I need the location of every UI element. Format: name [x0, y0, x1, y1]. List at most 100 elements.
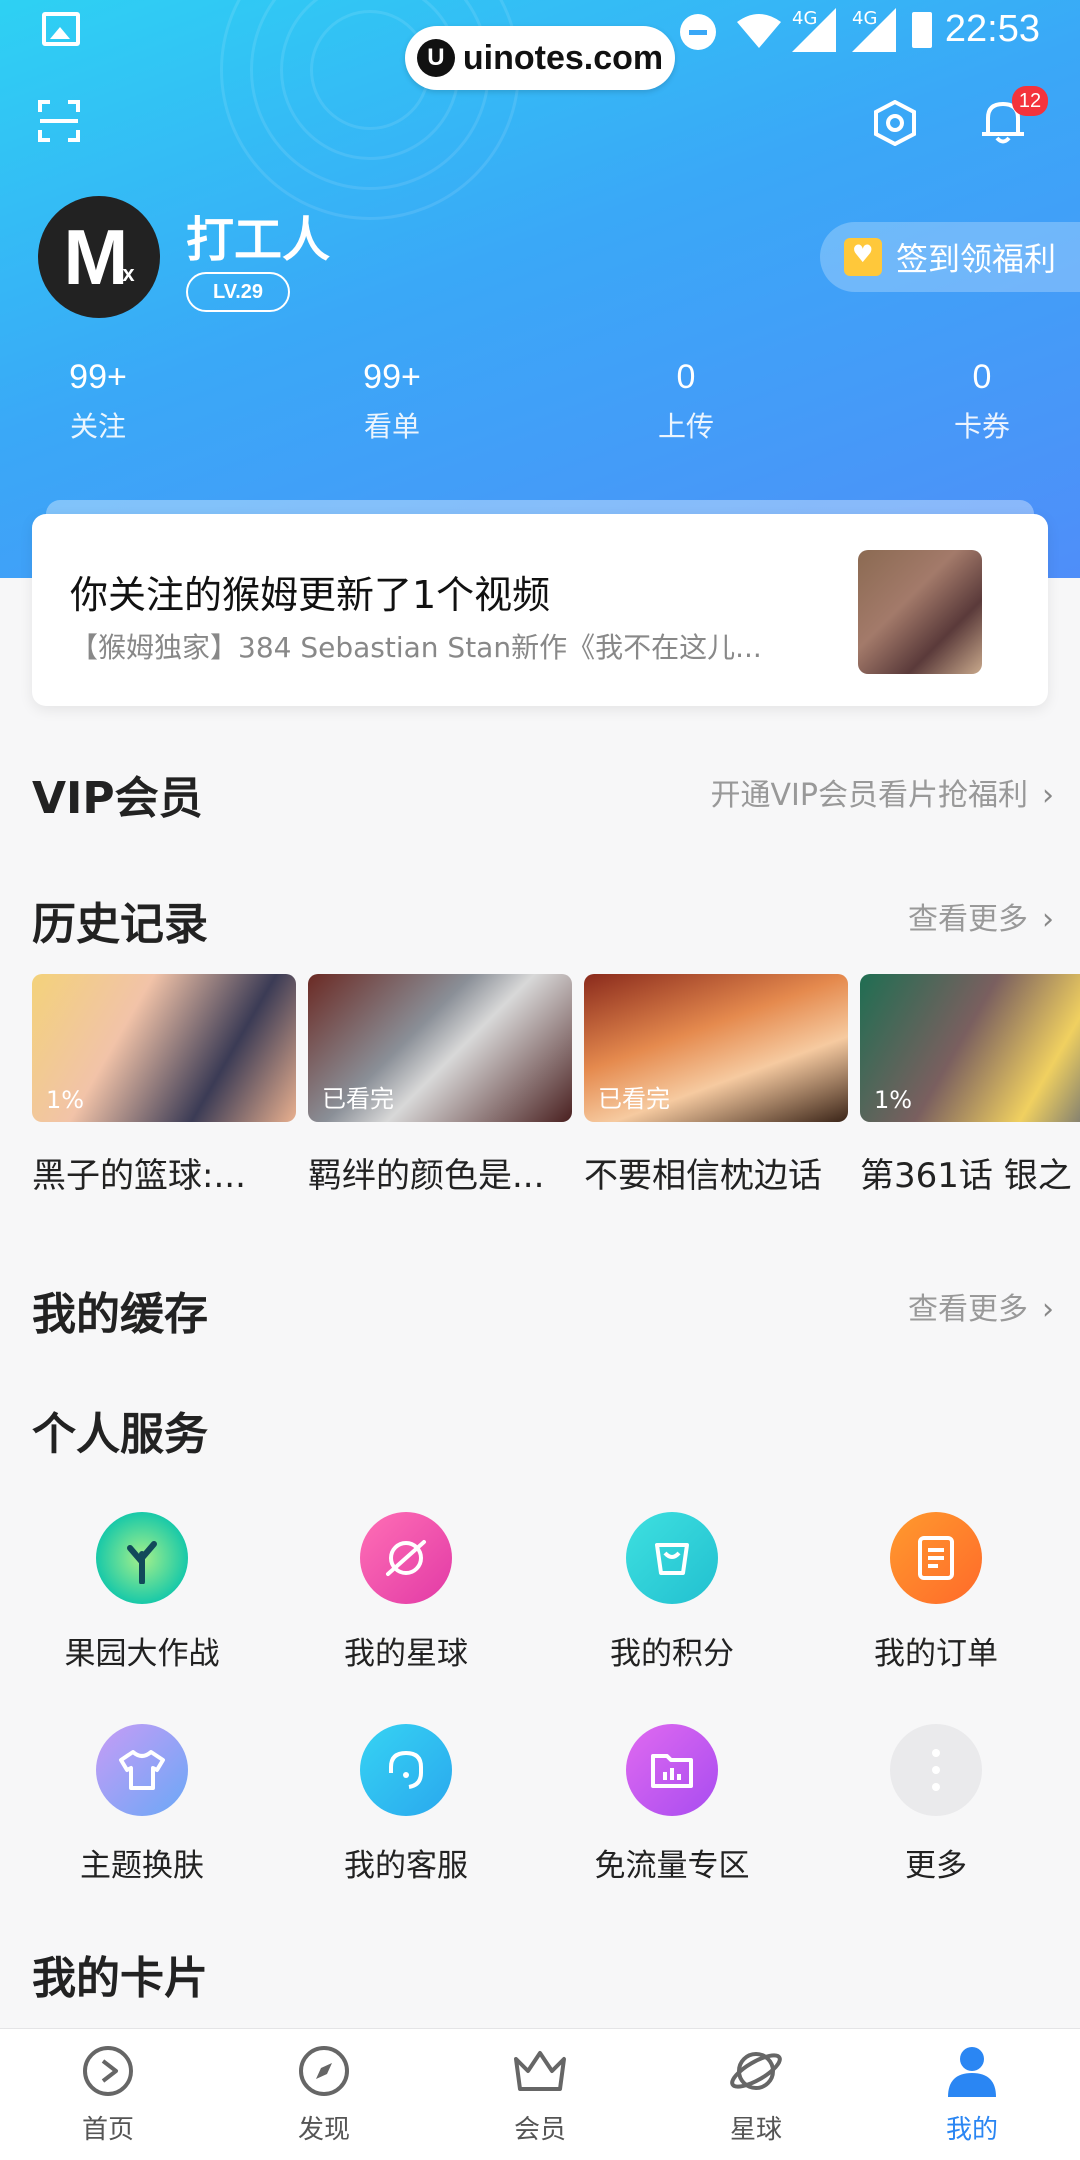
notification-badge: 12 [1012, 86, 1048, 116]
scan-icon[interactable] [38, 100, 80, 142]
stat-label: 卡券 [953, 410, 1010, 443]
service-label: 免流量专区 [594, 1848, 750, 1884]
history-progress-badge: 1% [46, 1086, 85, 1114]
history-more-link[interactable]: 查看更多 › [908, 894, 1054, 938]
do-not-disturb-icon [680, 14, 716, 50]
cache-more-link[interactable]: 查看更多 › [908, 1284, 1054, 1328]
tree-icon [96, 1512, 188, 1604]
service-label: 主题换肤 [80, 1848, 204, 1884]
notification-thumbnail[interactable] [858, 550, 982, 674]
history-title: 第361话 银之 [860, 1156, 1072, 1196]
history-thumbnail: 1% [860, 974, 1080, 1122]
more-icon [890, 1724, 982, 1816]
battery-icon [912, 12, 932, 48]
service-label: 我的星球 [344, 1636, 468, 1672]
history-more-label: 查看更多 [908, 902, 1028, 937]
service-my-orders[interactable]: 我的订单 [816, 1512, 1056, 1673]
history-thumbnail: 已看完 [584, 974, 848, 1122]
service-my-planet[interactable]: 我的星球 [286, 1512, 526, 1673]
history-progress-badge: 1% [874, 1086, 913, 1114]
tab-discover[interactable]: 发现 [244, 2043, 404, 2146]
service-label: 我的订单 [874, 1636, 998, 1672]
avatar-mark-icon: x [122, 261, 135, 286]
history-thumbnail: 已看完 [308, 974, 572, 1122]
wifi-icon [737, 14, 781, 48]
avatar[interactable]: Mx [38, 196, 160, 318]
service-customer-support[interactable]: 我的客服 [286, 1724, 526, 1885]
service-label: 我的客服 [344, 1848, 468, 1884]
service-orchard-game[interactable]: 果园大作战 [22, 1512, 262, 1673]
network-type-label: 4G [792, 8, 818, 29]
watermark: U uinotes.com [405, 26, 675, 90]
cache-more-label: 查看更多 [908, 1292, 1028, 1327]
watermark-text: uinotes.com [462, 38, 664, 77]
signal-icon: 4G [852, 8, 900, 63]
update-notification-card[interactable]: 你关注的猴姆更新了1个视频 【猴姆独家】384 Sebastian Stan新作… [32, 514, 1048, 706]
tab-home[interactable]: 首页 [28, 2043, 188, 2146]
tab-label: 首页 [81, 2115, 134, 2145]
crown-icon [514, 2051, 566, 2091]
chart-folder-icon [626, 1724, 718, 1816]
history-item[interactable]: 已看完 不要相信枕边话 [584, 974, 848, 1197]
bag-icon [626, 1512, 718, 1604]
network-type-label: 4G [852, 8, 878, 29]
status-time: 22:53 [944, 8, 1040, 50]
tshirt-icon [96, 1724, 188, 1816]
stat-value: 99+ [363, 358, 421, 396]
planet-icon [730, 2052, 782, 2090]
gift-icon [844, 238, 882, 276]
compass-icon [299, 2046, 349, 2096]
stat-following[interactable]: 99+ 关注 [0, 358, 198, 445]
notification-subtitle: 【猴姆独家】384 Sebastian Stan新作《我不在这儿... [70, 631, 762, 664]
service-label: 果园大作战 [64, 1636, 220, 1672]
stat-value: 0 [972, 358, 992, 396]
notification-title: 你关注的猴姆更新了1个视频 [70, 573, 551, 617]
tab-vip[interactable]: 会员 [460, 2043, 620, 2146]
cards-section-title: 我的卡片 [32, 1953, 208, 2004]
service-theme-skin[interactable]: 主题换肤 [22, 1724, 262, 1885]
chevron-right-icon: › [1042, 1292, 1054, 1327]
tab-label: 我的 [945, 2115, 998, 2145]
headset-icon [360, 1724, 452, 1816]
bottom-tab-bar: 首页 发现 会员 星球 我的 [0, 2028, 1080, 2160]
profile-stats: 99+ 关注 99+ 看单 0 上传 0 卡券 [0, 358, 1080, 458]
service-data-free-zone[interactable]: 免流量专区 [552, 1724, 792, 1885]
tab-label: 会员 [513, 2115, 566, 2145]
history-title: 不要相信枕边话 [584, 1156, 822, 1196]
username[interactable]: 打工人 [186, 200, 330, 270]
level-badge: LV.29 [186, 272, 290, 312]
service-label: 我的积分 [610, 1636, 734, 1672]
history-progress-badge: 已看完 [322, 1085, 394, 1113]
tab-planet[interactable]: 星球 [676, 2043, 836, 2146]
tab-mine[interactable]: 我的 [892, 2043, 1052, 2146]
services-section-title: 个人服务 [32, 1409, 208, 1460]
history-item[interactable]: 1% 黑子的篮球:... [32, 974, 296, 1197]
stat-label: 看单 [363, 410, 420, 443]
history-item[interactable]: 1% 第361话 银之 [860, 974, 1080, 1197]
stat-value: 0 [676, 358, 696, 396]
stat-uploads[interactable]: 0 上传 [586, 358, 786, 445]
history-item[interactable]: 已看完 羁绊的颜色是... [308, 974, 572, 1197]
watermark-logo-icon: U [416, 39, 455, 77]
tab-label: 星球 [729, 2115, 782, 2145]
service-more[interactable]: 更多 [816, 1724, 1056, 1885]
vip-link[interactable]: 开通VIP会员看片抢福利 › [711, 770, 1054, 814]
stat-watchlist[interactable]: 99+ 看单 [292, 358, 492, 445]
vip-link-label: 开通VIP会员看片抢福利 [710, 778, 1028, 813]
tab-label: 发现 [297, 2115, 350, 2145]
service-my-points[interactable]: 我的积分 [552, 1512, 792, 1673]
settings-icon[interactable] [872, 100, 918, 146]
document-icon [890, 1512, 982, 1604]
history-section-title: 历史记录 [32, 899, 208, 950]
planet-icon [360, 1512, 452, 1604]
vip-section-title: VIP会员 [32, 773, 203, 824]
history-title: 羁绊的颜色是... [308, 1156, 545, 1196]
history-title: 黑子的篮球:... [32, 1156, 246, 1196]
stat-value: 99+ [69, 358, 127, 396]
chevron-right-icon: › [1042, 902, 1054, 937]
signin-reward-button[interactable]: 签到领福利 [820, 222, 1080, 292]
stat-label: 关注 [69, 410, 126, 443]
stat-label: 上传 [657, 410, 714, 443]
signin-label: 签到领福利 [896, 240, 1057, 278]
stat-coupons[interactable]: 0 卡券 [882, 358, 1080, 445]
